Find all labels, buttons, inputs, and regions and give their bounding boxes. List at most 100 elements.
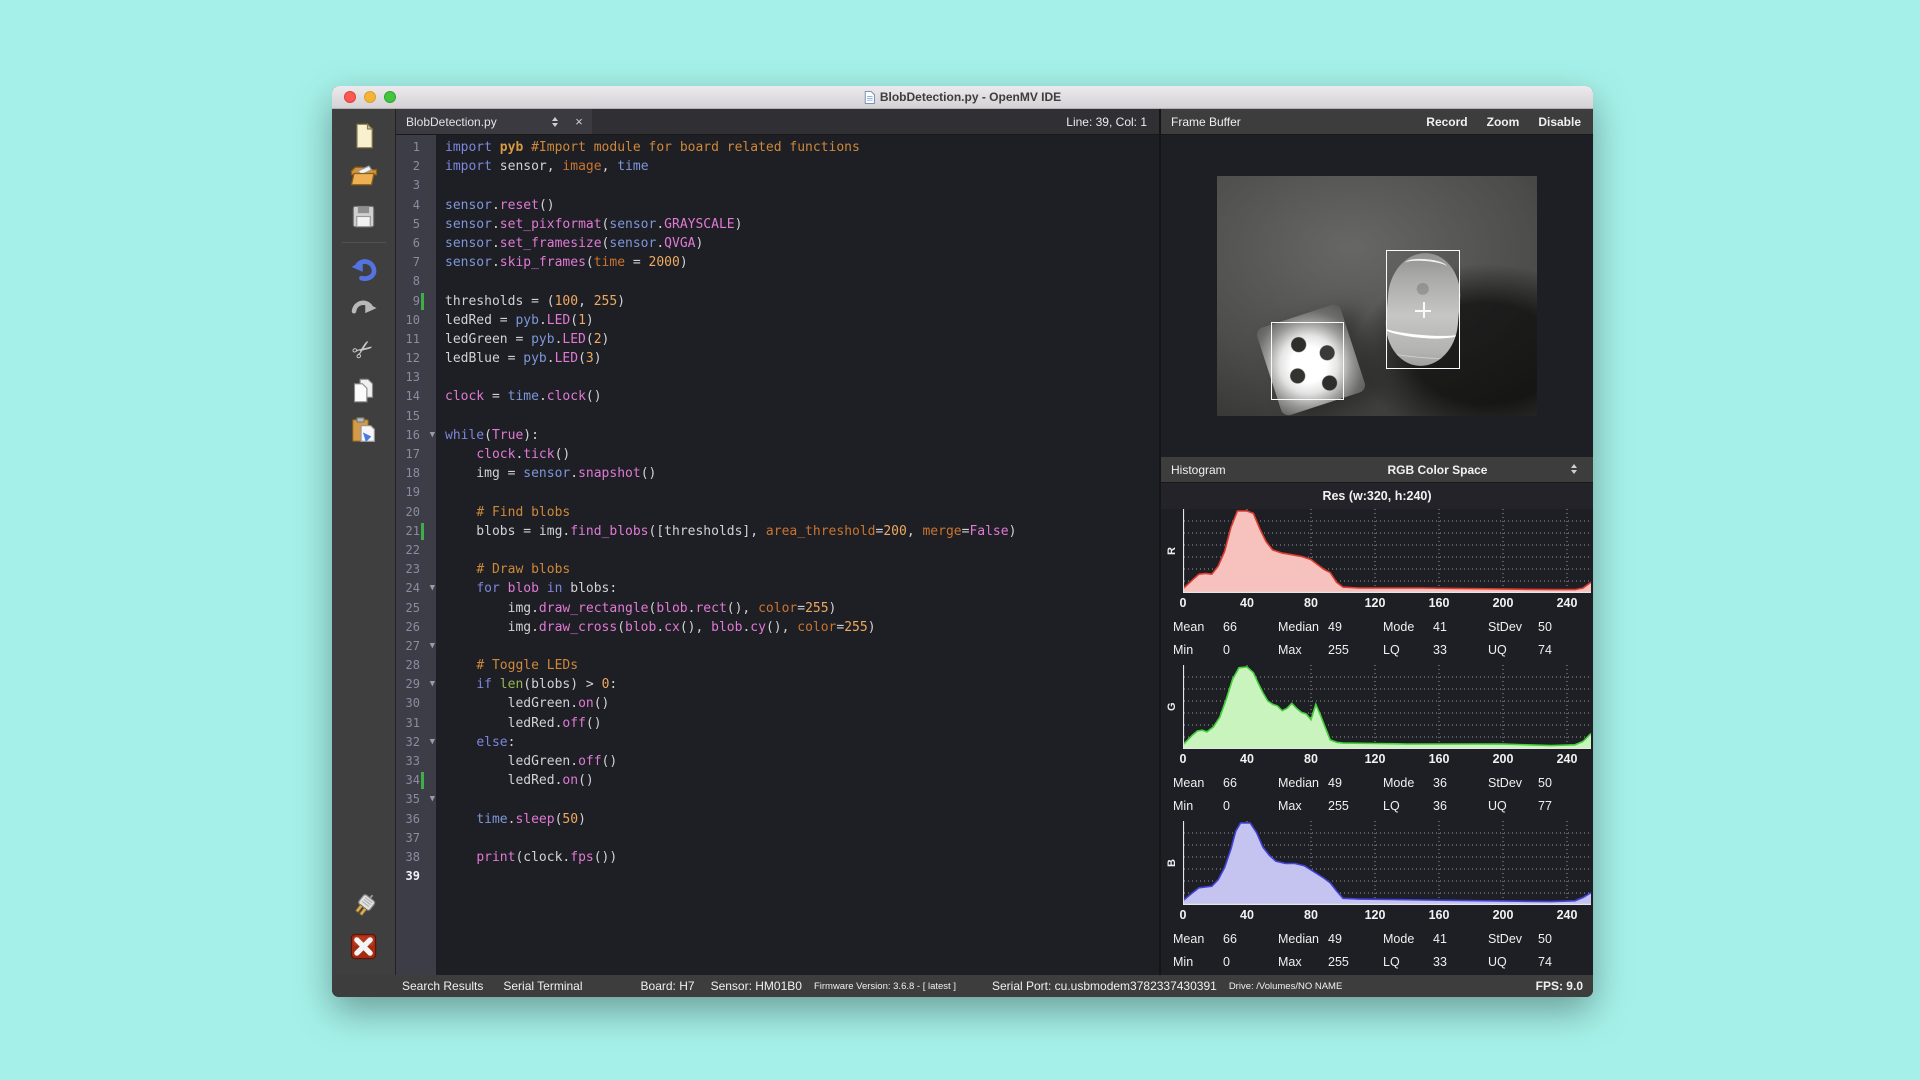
stop-x-icon xyxy=(349,932,378,961)
status-bar: Search Results Serial Terminal Board: H7 Se… xyxy=(332,975,1593,997)
toolbar: ✂ xyxy=(332,109,395,975)
document-icon xyxy=(864,91,875,104)
stop-button[interactable] xyxy=(347,929,381,963)
code-line: 15 xyxy=(396,407,1159,426)
fold-arrow-icon: ▼ xyxy=(430,637,435,656)
traffic-lights xyxy=(344,91,396,103)
toolbar-separator xyxy=(342,242,386,243)
frame-buffer-view[interactable] xyxy=(1161,135,1593,457)
tab-switcher-icon[interactable] xyxy=(552,117,558,127)
histogram-title: Histogram xyxy=(1161,463,1226,477)
new-file-button[interactable] xyxy=(347,119,381,153)
fold-arrow-icon: ▼ xyxy=(430,579,435,598)
frame-buffer-header: Frame Buffer Record Zoom Disable xyxy=(1161,109,1593,135)
status-item-1[interactable]: Search Results xyxy=(402,979,483,993)
cursor-position: Line: 39, Col: 1 xyxy=(1066,109,1159,134)
code-line: 7sensor.skip_frames(time = 2000) xyxy=(396,253,1159,272)
code-line: 5sensor.set_pixformat(sensor.GRAYSCALE) xyxy=(396,215,1159,234)
code-line: 34 ledRed.on() xyxy=(396,771,1159,790)
camera-image xyxy=(1217,176,1537,416)
code-lines: 1import pyb #Import module for board rel… xyxy=(396,138,1159,886)
fold-arrow-icon: ▼ xyxy=(430,733,435,752)
code-line: 33 ledGreen.off() xyxy=(396,752,1159,771)
copy-icon xyxy=(350,377,377,404)
zoom-button[interactable]: Zoom xyxy=(1487,115,1520,129)
copy-button[interactable] xyxy=(347,373,381,407)
redo-icon xyxy=(349,295,379,325)
histogram-charts: R04080120160200240Mean66Median49Mode41St… xyxy=(1161,509,1593,977)
status-item-3: Board: H7 xyxy=(641,979,695,993)
code-line: 10ledRed = pyb.LED(1) xyxy=(396,311,1159,330)
tab-blobdetection[interactable]: BlobDetection.py × xyxy=(396,109,592,134)
status-item-4: Sensor: HM01B0 xyxy=(711,979,802,993)
status-item-7: Drive: /Volumes/NO NAME xyxy=(1229,981,1343,992)
connect-button[interactable] xyxy=(347,889,381,923)
tab-close-icon[interactable]: × xyxy=(567,114,591,129)
code-line: 35▼ xyxy=(396,790,1159,809)
resolution-label: Res (w:320, h:240) xyxy=(1161,483,1593,509)
minimize-window-button[interactable] xyxy=(364,91,376,103)
code-line: 18 img = sensor.snapshot() xyxy=(396,464,1159,483)
code-line: 24▼ for blob in blobs: xyxy=(396,579,1159,598)
cut-icon: ✂ xyxy=(348,334,380,366)
openmv-ide-window: BlobDetection.py - OpenMV IDE ✂ xyxy=(332,86,1593,997)
code-line: 38 print(clock.fps()) xyxy=(396,848,1159,867)
code-line: 26 img.draw_cross(blob.cx(), blob.cy(), … xyxy=(396,618,1159,637)
histogram-stats: Mean66Median49Mode36StDev50Min0Max255LQ3… xyxy=(1161,771,1593,817)
code-line: 8 xyxy=(396,272,1159,291)
code-line: 37 xyxy=(396,829,1159,848)
window-title: BlobDetection.py - OpenMV IDE xyxy=(864,86,1061,108)
histogram-r: R04080120160200240Mean66Median49Mode41St… xyxy=(1161,509,1593,661)
channel-label: R xyxy=(1161,509,1183,593)
undo-button[interactable] xyxy=(347,253,381,287)
blob-rectangle-1 xyxy=(1271,322,1344,400)
code-line: 30 ledGreen.on() xyxy=(396,694,1159,713)
close-window-button[interactable] xyxy=(344,91,356,103)
channel-label: B xyxy=(1161,821,1183,905)
save-file-button[interactable] xyxy=(347,199,381,233)
redo-button[interactable] xyxy=(347,293,381,327)
code-line: 28 # Toggle LEDs xyxy=(396,656,1159,675)
code-line: 4sensor.reset() xyxy=(396,196,1159,215)
color-space-spinner-icon[interactable] xyxy=(1571,464,1577,474)
code-line: 22 xyxy=(396,541,1159,560)
fold-arrow-icon: ▼ xyxy=(430,675,435,694)
status-item-2[interactable]: Serial Terminal xyxy=(503,979,582,993)
code-editor[interactable]: 1import pyb #Import module for board rel… xyxy=(396,135,1159,975)
disable-button[interactable]: Disable xyxy=(1538,115,1581,129)
paste-icon xyxy=(349,416,378,445)
channel-label: G xyxy=(1161,665,1183,749)
code-line: 25 img.draw_rectangle(blob.rect(), color… xyxy=(396,599,1159,618)
new-file-icon xyxy=(350,122,378,150)
code-line: 16▼while(True): xyxy=(396,426,1159,445)
undo-icon xyxy=(349,255,379,285)
code-line: 13 xyxy=(396,368,1159,387)
fold-arrow-icon: ▼ xyxy=(430,790,435,809)
code-line: 32▼ else: xyxy=(396,733,1159,752)
code-line: 23 # Draw blobs xyxy=(396,560,1159,579)
code-line: 9thresholds = (100, 255) xyxy=(396,292,1159,311)
frame-buffer-title: Frame Buffer xyxy=(1161,115,1241,129)
paste-button[interactable] xyxy=(347,413,381,447)
code-line: 29▼ if len(blobs) > 0: xyxy=(396,675,1159,694)
status-item-8: FPS: 9.0 xyxy=(1536,979,1593,993)
tab-label: BlobDetection.py xyxy=(406,115,544,129)
status-item-6: Serial Port: cu.usbmodem3782337430391 xyxy=(992,979,1217,993)
color-space-select[interactable]: RGB Color Space xyxy=(1387,463,1487,477)
code-line: 3 xyxy=(396,176,1159,195)
record-button[interactable]: Record xyxy=(1426,115,1467,129)
code-line: 14clock = time.clock() xyxy=(396,387,1159,406)
change-marker xyxy=(421,523,424,540)
code-line: 27▼ xyxy=(396,637,1159,656)
change-marker xyxy=(421,293,424,310)
code-line: 11ledGreen = pyb.LED(2) xyxy=(396,330,1159,349)
code-line: 20 # Find blobs xyxy=(396,503,1159,522)
histogram-stats: Mean66Median49Mode41StDev50Min0Max255LQ3… xyxy=(1161,927,1593,973)
cut-button[interactable]: ✂ xyxy=(347,333,381,367)
open-file-button[interactable] xyxy=(347,159,381,193)
code-line: 31 ledRed.off() xyxy=(396,714,1159,733)
code-line: 21 blobs = img.find_blobs([thresholds], … xyxy=(396,522,1159,541)
code-line: 2import sensor, image, time xyxy=(396,157,1159,176)
change-marker xyxy=(421,772,424,789)
zoom-window-button[interactable] xyxy=(384,91,396,103)
